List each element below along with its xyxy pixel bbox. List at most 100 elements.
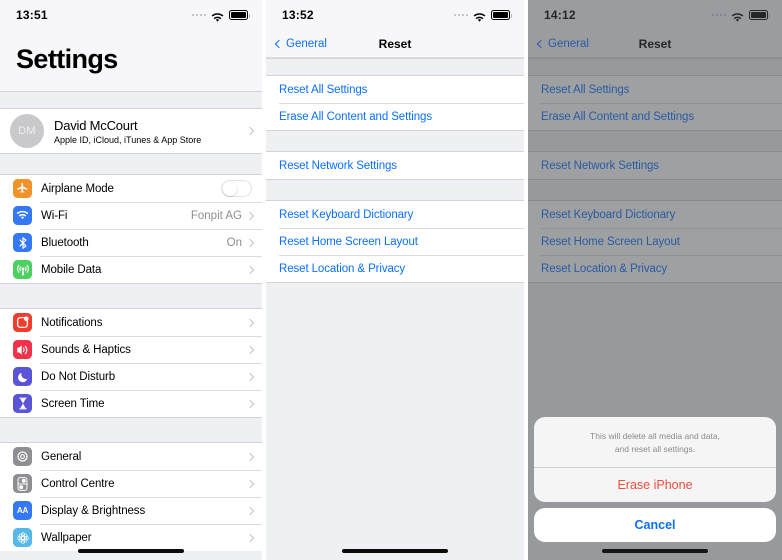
settings-row-sounds-haptics[interactable]: Sounds & Haptics (0, 336, 262, 363)
chevron-right-icon (245, 345, 255, 354)
wifi-icon (211, 10, 224, 22)
status-bar: 13:52 (266, 0, 524, 30)
phone-screen-settings: 13:51 Settings DM David McCourt Apple ID… (0, 0, 262, 560)
chevron-right-icon (245, 126, 255, 136)
alerts-group: Notifications Sounds & Haptics Do Not Dist… (0, 309, 262, 417)
account-name: David McCourt (54, 117, 138, 133)
bluetooth-icon (13, 233, 32, 252)
chevron-right-icon (245, 238, 255, 247)
system-group: General Control Centre AA Display & Brightn… (0, 443, 262, 551)
settings-row-label: Sounds & Haptics (41, 343, 131, 356)
page-title: Settings (0, 30, 262, 91)
apple-account-row[interactable]: DM David McCourt Apple ID, iCloud, iTune… (0, 109, 262, 153)
action-sheet-message: This will delete all media and data, and… (534, 417, 776, 468)
settings-row-value: On (226, 236, 242, 249)
section-gap (0, 283, 262, 309)
settings-row-label: Wallpaper (41, 531, 92, 544)
section-gap (266, 58, 524, 76)
chevron-right-icon (245, 452, 255, 461)
settings-row-airplane-mode[interactable]: Airplane Mode (0, 175, 262, 202)
reset-option-label: Erase All Content and Settings (279, 110, 432, 123)
status-time: 13:51 (16, 8, 48, 22)
settings-row-label: Bluetooth (41, 236, 89, 249)
erase-iphone-button[interactable]: Erase iPhone (534, 468, 776, 502)
display-aa-icon: AA (13, 501, 32, 520)
settings-row-label: Notifications (41, 316, 103, 329)
reset-option-reset-location-privacy[interactable]: Reset Location & Privacy (266, 255, 524, 282)
reset-option-label: Reset Network Settings (279, 159, 397, 172)
chevron-right-icon (245, 533, 255, 542)
home-indicator[interactable] (266, 549, 524, 553)
settings-row-label: Do Not Disturb (41, 370, 116, 383)
battery-full-icon (229, 10, 250, 20)
settings-row-value: Fonpit AG (190, 209, 242, 222)
three-phone-screenshots: 13:51 Settings DM David McCourt Apple ID… (0, 0, 782, 560)
reset-option-reset-network-settings[interactable]: Reset Network Settings (266, 152, 524, 179)
reset-option-label: Reset All Settings (279, 83, 368, 96)
status-icons (453, 10, 512, 22)
chevron-right-icon (245, 211, 255, 220)
signal-dots-icon (191, 13, 206, 17)
chevron-right-icon (245, 479, 255, 488)
chevron-right-icon (245, 399, 255, 408)
avatar: DM (10, 114, 44, 148)
back-button-label: General (286, 37, 327, 50)
hourglass-icon (13, 394, 32, 413)
reset-option-reset-home-screen-layout[interactable]: Reset Home Screen Layout (266, 228, 524, 255)
settings-row-screen-time[interactable]: Screen Time (0, 390, 262, 417)
settings-row-do-not-disturb[interactable]: Do Not Disturb (0, 363, 262, 390)
chevron-left-icon (274, 39, 284, 48)
settings-row-label: Airplane Mode (41, 182, 114, 195)
phone-screen-erase-confirm: 14:12 General Reset Reset All SettingsEr… (528, 0, 782, 560)
status-bar: 13:51 (0, 0, 262, 30)
settings-heading: Settings (16, 44, 118, 74)
section-gap (0, 153, 262, 175)
action-sheet-message-line1: This will delete all media and data, (590, 431, 720, 442)
settings-row-label: General (41, 450, 82, 463)
settings-row-notifications[interactable]: Notifications (0, 309, 262, 336)
reset-option-label: Reset Home Screen Layout (279, 235, 418, 248)
reset-option-label: Reset Keyboard Dictionary (279, 208, 414, 221)
cancel-button[interactable]: Cancel (534, 508, 776, 542)
antenna-icon (13, 260, 32, 279)
settings-row-wallpaper[interactable]: Wallpaper (0, 524, 262, 551)
settings-row-control-centre[interactable]: Control Centre (0, 470, 262, 497)
airplane-icon (13, 179, 32, 198)
section-gap (0, 91, 262, 109)
section-gap (266, 130, 524, 152)
control-centre-icon (13, 474, 32, 493)
settings-row-display-brightness[interactable]: AA Display & Brightness (0, 497, 262, 524)
moon-icon (13, 367, 32, 386)
nav-bar: General Reset (266, 30, 524, 58)
chevron-right-icon (245, 506, 255, 515)
reset-option-erase-all-content-and-settings[interactable]: Erase All Content and Settings (266, 103, 524, 130)
airplane-mode-toggle[interactable] (221, 180, 252, 197)
settings-row-label: Display & Brightness (41, 504, 146, 517)
battery-full-icon (491, 10, 512, 20)
action-sheet-card: This will delete all media and data, and… (534, 417, 776, 502)
action-sheet: This will delete all media and data, and… (534, 417, 776, 542)
signal-dots-icon (453, 13, 468, 17)
account-subtitle: Apple ID, iCloud, iTunes & App Store (54, 134, 202, 145)
reset-option-reset-keyboard-dictionary[interactable]: Reset Keyboard Dictionary (266, 201, 524, 228)
wifi-icon (13, 206, 32, 225)
connectivity-group: Airplane Mode Wi-Fi Fonpit AG Bluetooth On Mo… (0, 175, 262, 283)
section-gap (266, 179, 524, 201)
reset-option-reset-all-settings[interactable]: Reset All Settings (266, 76, 524, 103)
wifi-icon (473, 10, 486, 22)
home-indicator[interactable] (0, 549, 262, 553)
settings-row-label: Wi-Fi (41, 209, 68, 222)
chevron-right-icon (245, 265, 255, 274)
status-time: 13:52 (282, 8, 314, 22)
settings-row-wi-fi[interactable]: Wi-Fi Fonpit AG (0, 202, 262, 229)
action-sheet-message-line2: and reset all settings. (614, 443, 696, 454)
settings-row-bluetooth[interactable]: Bluetooth On (0, 229, 262, 256)
chevron-right-icon (245, 372, 255, 381)
back-button-general[interactable]: General (274, 37, 327, 50)
chevron-right-icon (245, 318, 255, 327)
wallpaper-flower-icon (13, 528, 32, 547)
settings-row-general[interactable]: General (0, 443, 262, 470)
settings-row-label: Mobile Data (41, 263, 102, 276)
settings-row-mobile-data[interactable]: Mobile Data (0, 256, 262, 283)
home-indicator[interactable] (528, 549, 782, 553)
